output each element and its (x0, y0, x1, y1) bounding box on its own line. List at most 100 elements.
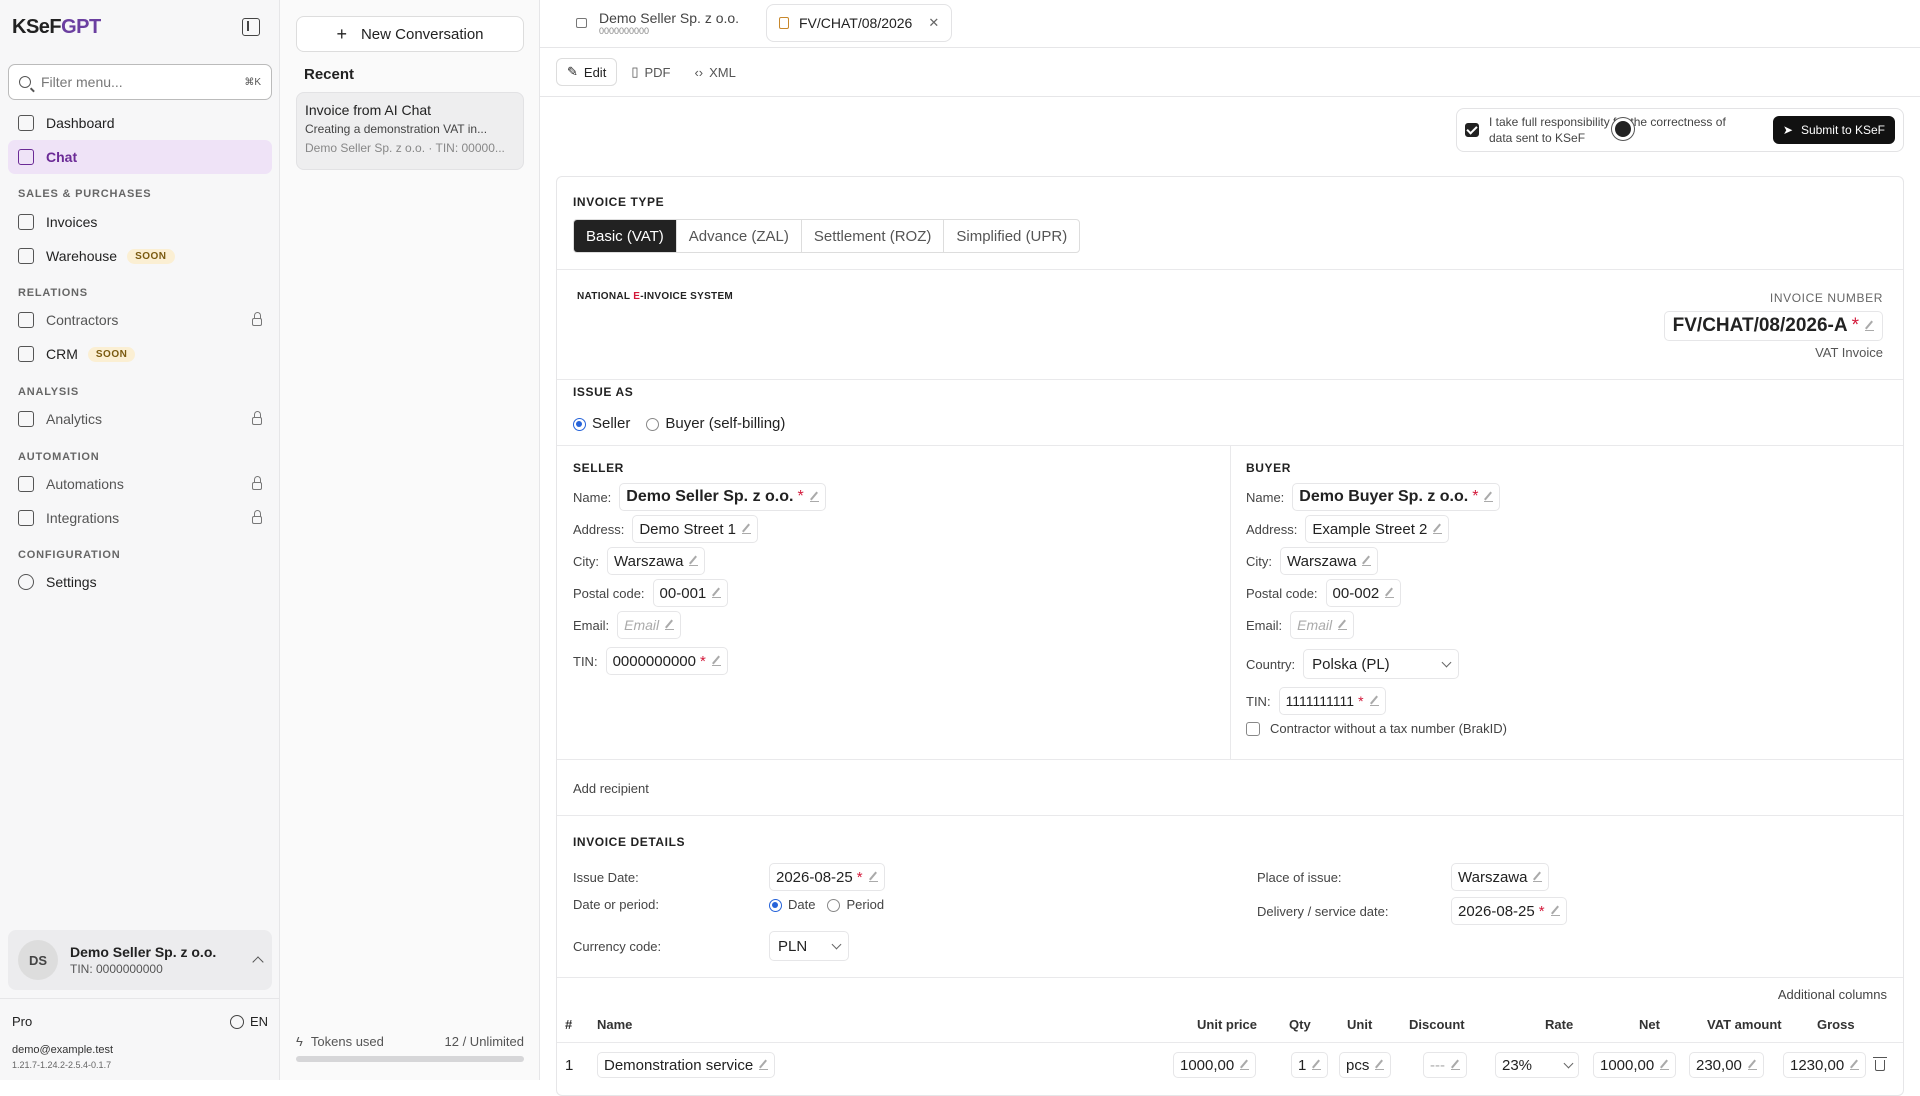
seller-city-field[interactable]: Warszawa (607, 547, 706, 575)
chat-icon (18, 149, 34, 165)
row-number: 1 (565, 1057, 574, 1074)
lock-icon (252, 411, 262, 425)
column-header: Gross (1817, 1017, 1855, 1032)
sidebar-item-settings[interactable]: Settings (8, 565, 272, 599)
conversation-item[interactable]: Invoice from AI Chat Creating a demonstr… (296, 92, 524, 170)
sidebar-item-integrations[interactable]: Integrations (8, 501, 272, 535)
additional-columns-button[interactable]: Additional columns (1778, 987, 1887, 1002)
sidebar-item-chat[interactable]: Chat (8, 140, 272, 174)
column-header: Net (1639, 1017, 1660, 1032)
add-recipient-button[interactable]: Add recipient (573, 781, 649, 796)
submit-to-ksef-button[interactable]: ➤ Submit to KSeF (1772, 116, 1895, 144)
dashboard-icon (18, 115, 34, 131)
seller-email-field[interactable]: Email (617, 611, 682, 639)
new-conversation-button[interactable]: + New Conversation (296, 16, 524, 52)
issue-date-field[interactable]: 2026-08-25 * (769, 863, 885, 891)
row-name-cell[interactable]: Demonstration service (597, 1052, 776, 1078)
column-header: Name (597, 1017, 633, 1032)
seller-postal-field[interactable]: 00-001 (652, 579, 729, 607)
issue-as-buyer[interactable]: Buyer (self-billing) (646, 415, 785, 432)
type-simplified[interactable]: Simplified (UPR) (944, 220, 1079, 252)
sidebar-item-invoices[interactable]: Invoices (8, 205, 272, 239)
date-option[interactable]: Date (769, 897, 815, 913)
seller-name-field[interactable]: Demo Seller Sp. z o.o. * (619, 483, 826, 511)
pencil-icon (689, 557, 699, 566)
column-header: # (565, 1017, 573, 1032)
buyer-city-field[interactable]: Warszawa (1280, 547, 1379, 575)
no-tax-number-label: Contractor without a tax number (BrakID) (1270, 721, 1507, 736)
sidebar-item-contractors[interactable]: Contractors (8, 303, 272, 337)
row-vat-cell[interactable]: 230,00 (1689, 1052, 1764, 1078)
field-label: Date or period: (573, 897, 659, 913)
sidebar-item-label: Settings (46, 574, 97, 590)
box-icon (18, 248, 34, 264)
place-of-issue-field[interactable]: Warszawa (1451, 863, 1550, 891)
pencil-icon (1433, 525, 1443, 534)
no-tax-number-checkbox[interactable] (1246, 721, 1260, 736)
collapse-sidebar-icon[interactable] (242, 18, 260, 36)
mode-pdf[interactable]: ▯ PDF (621, 58, 680, 86)
row-qty-cell[interactable]: 1 (1291, 1052, 1329, 1078)
buyer-name-field[interactable]: Demo Buyer Sp. z o.o. * (1292, 483, 1501, 511)
type-settlement[interactable]: Settlement (ROZ) (802, 220, 945, 252)
field-label: Email: (1246, 617, 1283, 633)
delivery-date-field[interactable]: 2026-08-25 * (1451, 897, 1567, 925)
column-header: Qty (1289, 1017, 1311, 1032)
row-rate-select[interactable]: 23% (1495, 1052, 1579, 1078)
type-advance[interactable]: Advance (ZAL) (677, 220, 802, 252)
row-discount-cell[interactable]: --- (1423, 1052, 1467, 1078)
row-gross-cell[interactable]: 1230,00 (1783, 1052, 1867, 1078)
buyer-postal-field[interactable]: 00-002 (1325, 579, 1402, 607)
submit-label: Submit to KSeF (1800, 123, 1885, 137)
tab-contractor[interactable]: Demo Seller Sp. z o.o. 0000000000 (564, 4, 751, 42)
plus-icon: + (336, 23, 347, 44)
field-label: TIN: (573, 653, 598, 669)
type-basic[interactable]: Basic (VAT) (574, 220, 677, 252)
language-switcher[interactable]: EN (230, 1014, 268, 1029)
field-label: Postal code: (1246, 585, 1318, 601)
tab-title: Demo Seller Sp. z o.o. (599, 10, 740, 26)
buyer-address-field[interactable]: Example Street 2 (1305, 515, 1450, 543)
period-option[interactable]: Period (827, 897, 884, 913)
buyer-country-select[interactable]: Polska (PL) (1303, 649, 1460, 679)
mode-xml[interactable]: ‹› XML (684, 58, 745, 86)
conversation-panel: + New Conversation Recent Invoice from AI… (280, 0, 540, 1080)
sidebar-item-automations[interactable]: Automations (8, 467, 272, 501)
delete-row-button[interactable] (1873, 1057, 1887, 1071)
field-label: Postal code: (573, 585, 645, 601)
row-unit-price-cell[interactable]: 1000,00 (1173, 1052, 1257, 1078)
sidebar-item-crm[interactable]: CRM SOON (8, 337, 272, 371)
sidebar-item-label: Automations (46, 476, 124, 492)
conversation-title: Invoice from AI Chat (305, 102, 432, 118)
field-label: Country: (1246, 656, 1296, 672)
pencil-icon: ✎ (567, 64, 578, 79)
pencil-icon (1369, 697, 1379, 706)
sidebar-item-warehouse[interactable]: Warehouse SOON (8, 239, 272, 273)
account-switcher[interactable]: DS Demo Seller Sp. z o.o. TIN: 000000000… (8, 930, 272, 990)
sidebar-item-dashboard[interactable]: Dashboard (8, 106, 272, 140)
issue-as-seller[interactable]: Seller (573, 415, 630, 432)
divider (557, 379, 1903, 380)
seller-address-field[interactable]: Demo Street 1 (632, 515, 759, 543)
seller-tin-field[interactable]: 0000000000 * (605, 647, 728, 675)
pencil-icon (1865, 322, 1874, 331)
invoice-number-field[interactable]: FV/CHAT/08/2026-A * (1663, 311, 1883, 341)
sidebar-item-analytics[interactable]: Analytics (8, 402, 272, 436)
app-logo[interactable]: KSeFGPT (12, 16, 101, 39)
responsibility-checkbox[interactable] (1465, 123, 1479, 137)
invoice-number-label: INVOICE NUMBER (1769, 291, 1883, 305)
close-icon[interactable]: ✕ (928, 15, 939, 31)
mode-edit[interactable]: ✎ Edit (556, 58, 618, 86)
row-unit-cell[interactable]: pcs (1339, 1052, 1392, 1078)
buyer-email-field[interactable]: Email (1290, 611, 1355, 639)
row-net-cell[interactable]: 1000,00 (1593, 1052, 1677, 1078)
tab-invoice[interactable]: FV/CHAT/08/2026 ✕ (766, 4, 953, 42)
filter-menu-input[interactable]: Filter menu... ⌘K (8, 64, 272, 100)
pencil-icon (1312, 1061, 1322, 1070)
pencil-icon (1747, 1061, 1757, 1070)
bar-chart-icon (18, 411, 34, 427)
pencil-icon (712, 589, 722, 598)
buyer-tin-field[interactable]: 1111111111 * (1278, 687, 1386, 715)
currency-select[interactable]: PLN (769, 931, 849, 961)
pencil-icon (1850, 1061, 1860, 1070)
